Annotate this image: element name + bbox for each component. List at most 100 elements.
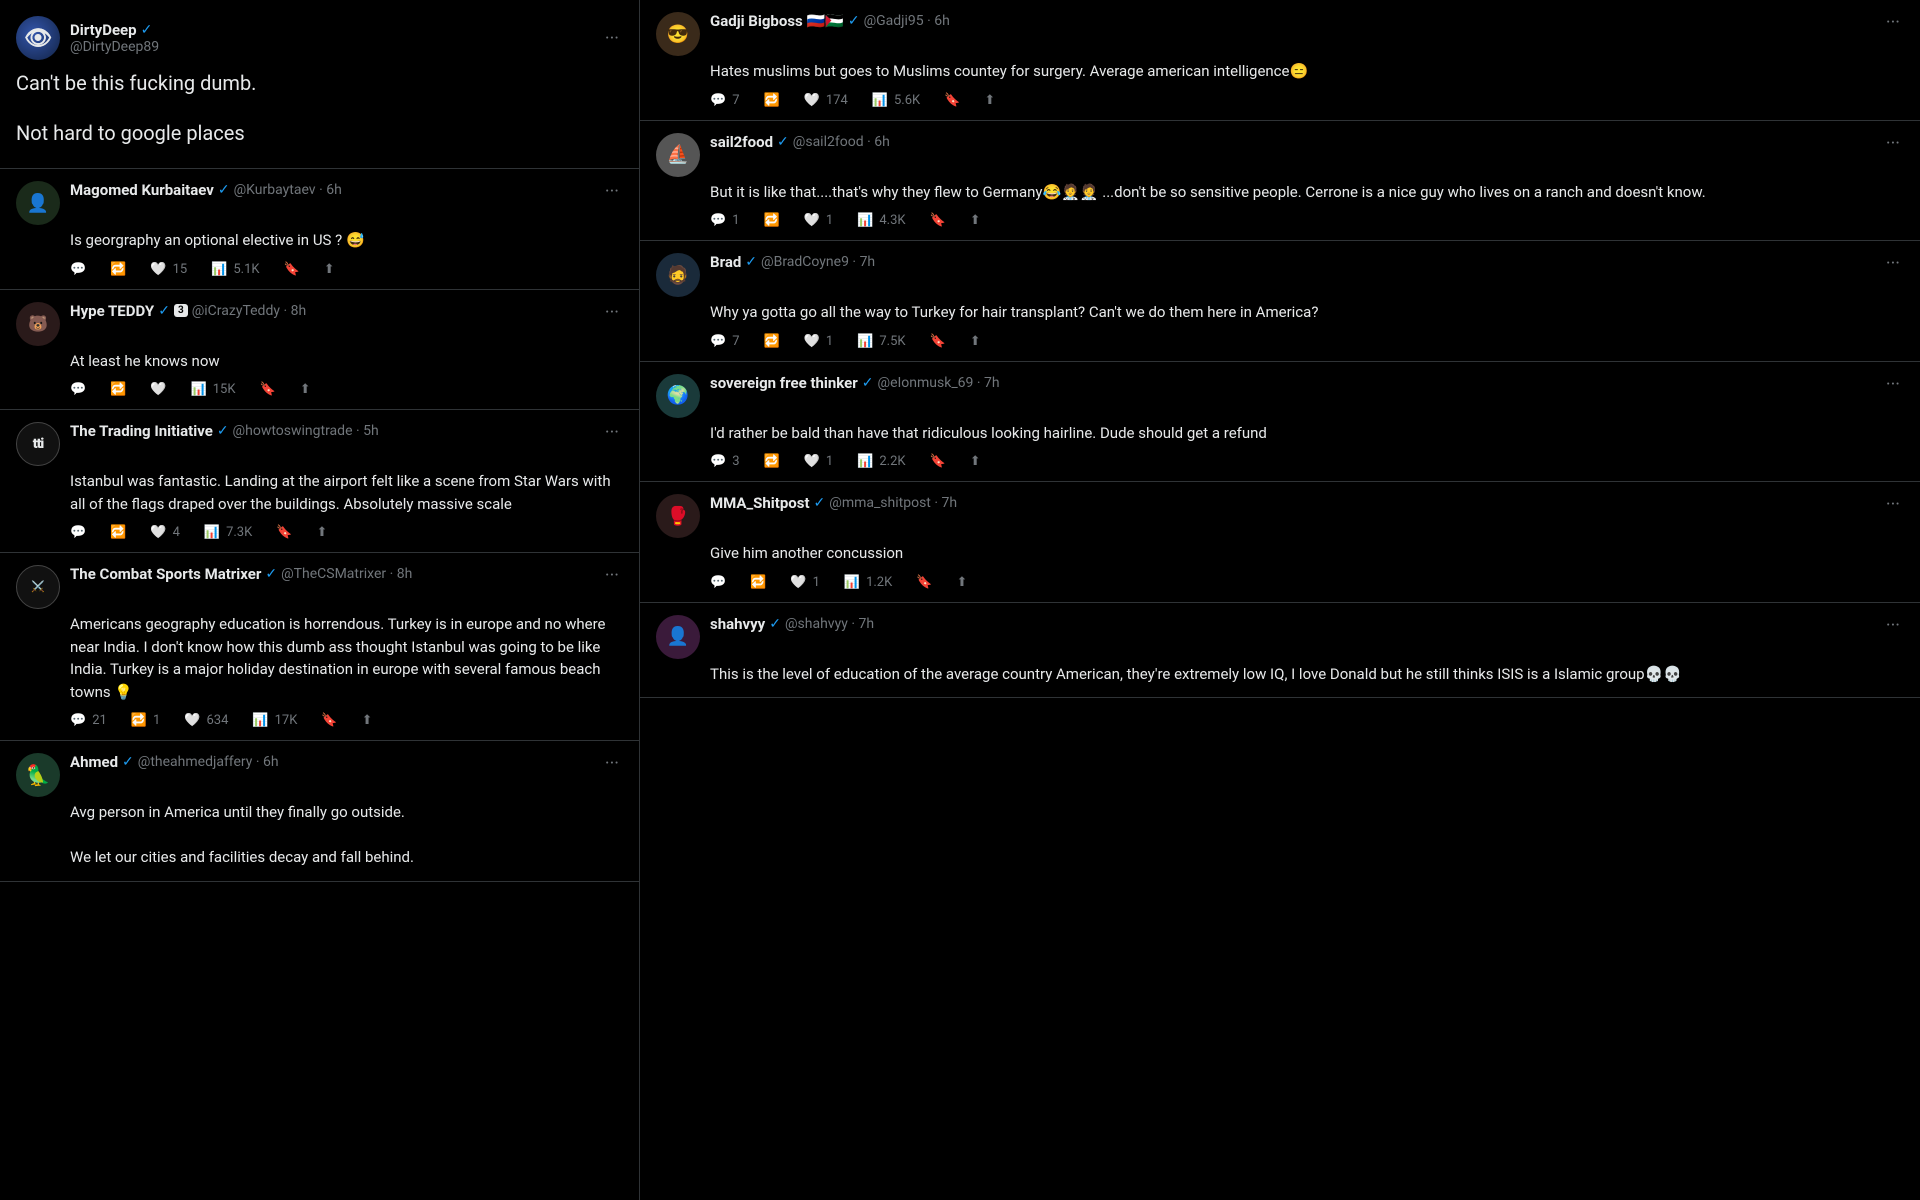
like-count-brad: 1 [826, 334, 833, 349]
retweet-tti[interactable]: 🔁 [110, 525, 126, 540]
reply-tti[interactable]: 💬 [70, 525, 86, 540]
retweet-gadji[interactable]: 🔁 [764, 93, 780, 108]
like-sail2food[interactable]: 🤍 1 [804, 213, 834, 228]
views-action[interactable]: 📊 5.1K [211, 262, 259, 277]
reply-count-sail2food: 1 [732, 213, 739, 228]
avatar-hype: 🐻 [16, 302, 60, 346]
tweet-body-hype: At least he knows now [16, 350, 623, 373]
like-action[interactable]: 🤍 15 [150, 262, 187, 277]
bookmark-sail2food[interactable]: 🔖 [930, 213, 946, 228]
avatar-brad: 🧔 [656, 253, 700, 297]
tweet-meta-tti: The Trading Initiative ✓ @howtoswingtrad… [70, 422, 591, 440]
tweet-shahvyy: 👤 shahvyy ✓ @shahvyy · 7h ··· This is th… [640, 603, 1920, 699]
more-brad[interactable]: ··· [1882, 253, 1904, 274]
handle-hype: @iCrazyTeddy · 8h [192, 303, 306, 319]
retweet-action[interactable]: 🔁 [110, 262, 126, 277]
views-hype[interactable]: 📊 15K [191, 382, 236, 397]
retweet-sail2food[interactable]: 🔁 [764, 213, 780, 228]
verified-mma: ✓ [814, 495, 826, 511]
views-brad[interactable]: 📊 7.5K [857, 334, 905, 349]
handle-mma: @mma_shitpost · 7h [829, 495, 957, 511]
tweet-actions-sovereign: 💬 3 🔁 🤍 1 📊 2.2K 🔖 ⬆ [656, 454, 1904, 469]
share-brad[interactable]: ⬆ [970, 334, 981, 349]
verified-gadji: ✓ [848, 13, 860, 29]
like-tti[interactable]: 🤍 4 [150, 525, 180, 540]
views-gadji[interactable]: 📊 5.6K [872, 93, 920, 108]
tweet-body-gadji: Hates muslims but goes to Muslims counte… [656, 60, 1904, 83]
handle-shahvyy: @shahvyy · 7h [785, 616, 874, 632]
like-sovereign[interactable]: 🤍 1 [804, 454, 834, 469]
share-action[interactable]: ⬆ [324, 262, 335, 277]
bookmark-mma[interactable]: 🔖 [916, 575, 932, 590]
more-sovereign[interactable]: ··· [1882, 374, 1904, 395]
more-ahmed[interactable]: ··· [601, 753, 623, 774]
like-icon: 🤍 [150, 262, 166, 277]
handle-dirtydeep: @DirtyDeep89 [70, 39, 159, 55]
share-hype[interactable]: ⬆ [300, 382, 311, 397]
like-icon-hype: 🤍 [150, 382, 166, 397]
bookmark-brad[interactable]: 🔖 [930, 334, 946, 349]
bookmark-tti[interactable]: 🔖 [276, 525, 292, 540]
more-combatsports[interactable]: ··· [601, 565, 623, 586]
reply-sovereign[interactable]: 💬 3 [710, 454, 740, 469]
reply-action[interactable]: 💬 [70, 262, 86, 277]
retweet-combatsports[interactable]: 🔁 1 [131, 713, 161, 728]
more-hype[interactable]: ··· [601, 302, 623, 323]
avatar-sail2food: ⛵ [656, 133, 700, 177]
views-tti[interactable]: 📊 7.3K [204, 525, 252, 540]
more-button[interactable]: ··· [601, 28, 623, 49]
retweet-icon-gadji: 🔁 [764, 93, 780, 108]
retweet-hype[interactable]: 🔁 [110, 382, 126, 397]
bookmark-gadji[interactable]: 🔖 [944, 93, 960, 108]
retweet-brad[interactable]: 🔁 [764, 334, 780, 349]
views-count-tti: 7.3K [226, 525, 252, 540]
tweet-ahmed: 🦜 Ahmed ✓ @theahmedjaffery · 6h ··· Avg … [0, 741, 639, 882]
tweet-meta-hype: Hype TEDDY ✓ 3 @iCrazyTeddy · 8h [70, 302, 591, 320]
like-mma[interactable]: 🤍 1 [790, 575, 820, 590]
tweet-actions-sail2food: 💬 1 🔁 🤍 1 📊 4.3K 🔖 ⬆ [656, 213, 1904, 228]
share-sail2food[interactable]: ⬆ [970, 213, 981, 228]
bookmark-icon-mma: 🔖 [916, 575, 932, 590]
more-shahvyy[interactable]: ··· [1882, 615, 1904, 636]
reply-hype[interactable]: 💬 [70, 382, 86, 397]
badge-hype: 3 [174, 304, 188, 317]
views-sovereign[interactable]: 📊 2.2K [857, 454, 905, 469]
more-tti[interactable]: ··· [601, 422, 623, 443]
bookmark-sovereign[interactable]: 🔖 [930, 454, 946, 469]
reply-gadji[interactable]: 💬 7 [710, 93, 740, 108]
share-tti[interactable]: ⬆ [316, 525, 327, 540]
more-sail2food[interactable]: ··· [1882, 133, 1904, 154]
retweet-mma[interactable]: 🔁 [750, 575, 766, 590]
views-count-sail2food: 4.3K [879, 213, 905, 228]
views-combatsports[interactable]: 📊 17K [252, 713, 297, 728]
verified-hype: ✓ [158, 303, 170, 319]
reply-sail2food[interactable]: 💬 1 [710, 213, 740, 228]
like-gadji[interactable]: 🤍 174 [804, 93, 848, 108]
share-icon-hype: ⬆ [300, 382, 311, 397]
like-brad[interactable]: 🤍 1 [804, 334, 834, 349]
avatar-shahvyy: 👤 [656, 615, 700, 659]
bookmark-action[interactable]: 🔖 [284, 262, 300, 277]
reply-icon-cs: 💬 [70, 713, 86, 728]
bookmark-cs[interactable]: 🔖 [321, 713, 337, 728]
share-mma[interactable]: ⬆ [956, 575, 967, 590]
retweet-sovereign[interactable]: 🔁 [764, 454, 780, 469]
reply-mma[interactable]: 💬 [710, 575, 726, 590]
bookmark-hype[interactable]: 🔖 [260, 382, 276, 397]
views-sail2food[interactable]: 📊 4.3K [857, 213, 905, 228]
username-tti: The Trading Initiative [70, 422, 213, 440]
more-gadji[interactable]: ··· [1882, 12, 1904, 33]
like-combatsports[interactable]: 🤍 634 [184, 713, 228, 728]
like-hype[interactable]: 🤍 [150, 382, 166, 397]
tweet-meta-gadji: Gadji Bigboss 🇷🇺🇵🇸 ✓ @Gadji95 · 6h [710, 12, 1872, 30]
more-mma[interactable]: ··· [1882, 494, 1904, 515]
reply-brad[interactable]: 💬 7 [710, 334, 740, 349]
share-gadji[interactable]: ⬆ [984, 93, 995, 108]
share-cs[interactable]: ⬆ [362, 713, 373, 728]
more-magomed[interactable]: ··· [601, 181, 623, 202]
top-tweet: 👁 DirtyDeep ✓ @DirtyDeep89 ··· Can't be … [0, 0, 639, 169]
views-mma[interactable]: 📊 1.2K [844, 575, 892, 590]
reply-combatsports[interactable]: 💬 21 [70, 713, 107, 728]
share-sovereign[interactable]: ⬆ [970, 454, 981, 469]
bookmark-icon-gadji: 🔖 [944, 93, 960, 108]
